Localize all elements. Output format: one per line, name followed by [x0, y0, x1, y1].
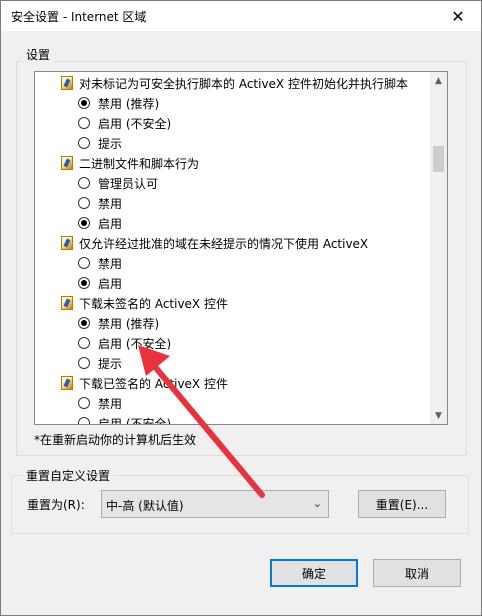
setting-label: 启用	[98, 216, 123, 231]
radio-unchecked-icon[interactable]	[78, 337, 90, 349]
chevron-down-icon: ⌄	[312, 497, 322, 510]
scroll-up-icon[interactable]: ▲	[430, 72, 447, 89]
setting-option[interactable]: 启用 (不安全)	[78, 333, 171, 353]
window-title: 安全设置 - Internet 区域	[11, 10, 147, 24]
setting-option[interactable]: 禁用 (推荐)	[78, 93, 159, 113]
radio-unchecked-icon[interactable]	[78, 137, 90, 149]
setting-label: 禁用	[98, 256, 123, 271]
security-settings-dialog: 安全设置 - Internet 区域 ✕ 设置 ▲ ▼ 对未标记为可安全执行脚本…	[0, 0, 482, 616]
scroll-down-icon[interactable]: ▼	[430, 407, 447, 424]
security-level-select[interactable]: 中-高 (默认值) ⌄	[101, 490, 329, 518]
reset-to-label: 重置为(R):	[27, 498, 85, 512]
setting-category: 下载已签名的 ActiveX 控件	[61, 373, 228, 393]
security-level-value: 中-高 (默认值)	[106, 499, 184, 513]
setting-label: 禁用	[98, 196, 123, 211]
settings-group-label: 设置	[23, 46, 54, 63]
setting-category-icon	[61, 236, 73, 250]
setting-category-icon	[61, 296, 73, 310]
setting-option[interactable]: 禁用	[78, 393, 122, 413]
setting-option[interactable]: 启用	[78, 273, 122, 293]
radio-checked-icon[interactable]	[78, 277, 90, 289]
setting-label: 下载未签名的 ActiveX 控件	[79, 296, 228, 311]
settings-list[interactable]: ▲ ▼ 对未标记为可安全执行脚本的 ActiveX 控件初始化并执行脚本禁用 (…	[34, 71, 448, 425]
setting-option[interactable]: 启用	[78, 213, 122, 233]
setting-label: 二进制文件和脚本行为	[79, 156, 200, 171]
scroll-thumb[interactable]	[433, 146, 444, 172]
setting-option[interactable]: 提示	[78, 353, 122, 373]
radio-unchecked-icon[interactable]	[78, 357, 90, 369]
radio-unchecked-icon[interactable]	[78, 177, 90, 189]
setting-label: 下载已签名的 ActiveX 控件	[79, 376, 228, 391]
setting-label: 禁用 (推荐)	[98, 96, 160, 111]
setting-category-icon	[61, 156, 73, 170]
setting-label: 管理员认可	[98, 176, 159, 191]
radio-unchecked-icon[interactable]	[78, 117, 90, 129]
reset-button[interactable]: 重置(E)...	[358, 490, 446, 518]
vertical-scrollbar[interactable]: ▲ ▼	[430, 72, 447, 424]
setting-option[interactable]: 提示	[78, 133, 122, 153]
radio-unchecked-icon[interactable]	[78, 257, 90, 269]
radio-checked-icon[interactable]	[78, 217, 90, 229]
title-bar: 安全设置 - Internet 区域 ✕	[1, 1, 481, 31]
setting-label: 禁用 (推荐)	[98, 316, 160, 331]
setting-category-icon	[61, 76, 73, 90]
setting-option[interactable]: 禁用	[78, 253, 122, 273]
setting-label: 启用	[98, 276, 123, 291]
radio-unchecked-icon[interactable]	[78, 197, 90, 209]
radio-unchecked-icon[interactable]	[78, 397, 90, 409]
setting-category: 下载未签名的 ActiveX 控件	[61, 293, 228, 313]
radio-checked-icon[interactable]	[78, 317, 90, 329]
setting-label: 提示	[98, 356, 123, 371]
close-icon[interactable]: ✕	[435, 1, 481, 31]
radio-checked-icon[interactable]	[78, 97, 90, 109]
radio-unchecked-icon[interactable]	[78, 417, 90, 424]
setting-option[interactable]: 管理员认可	[78, 173, 158, 193]
setting-label: 对未标记为可安全执行脚本的 ActiveX 控件初始化并执行脚本	[79, 76, 408, 91]
setting-category: 仅允许经过批准的域在未经提示的情况下使用 ActiveX	[61, 233, 368, 253]
setting-label: 提示	[98, 136, 123, 151]
restart-note: *在重新启动你的计算机后生效	[34, 433, 197, 447]
setting-option[interactable]: 启用 (不安全)	[78, 413, 172, 425]
setting-category: 对未标记为可安全执行脚本的 ActiveX 控件初始化并执行脚本	[61, 73, 408, 93]
reset-group-label: 重置自定义设置	[23, 467, 114, 484]
ok-button[interactable]: 确定	[270, 559, 358, 587]
setting-label: 启用 (不安全)	[98, 116, 172, 131]
setting-option[interactable]: 启用 (不安全)	[78, 113, 171, 133]
setting-label: 启用 (不安全)	[98, 416, 172, 425]
cancel-button[interactable]: 取消	[373, 559, 461, 587]
setting-category: 二进制文件和脚本行为	[61, 153, 199, 173]
setting-label: 禁用	[98, 396, 123, 411]
setting-label: 启用 (不安全)	[98, 336, 172, 351]
setting-category-icon	[61, 376, 73, 390]
setting-label: 仅允许经过批准的域在未经提示的情况下使用 ActiveX	[79, 236, 369, 251]
setting-option[interactable]: 禁用	[78, 193, 122, 213]
setting-option[interactable]: 禁用 (推荐)	[78, 313, 159, 333]
